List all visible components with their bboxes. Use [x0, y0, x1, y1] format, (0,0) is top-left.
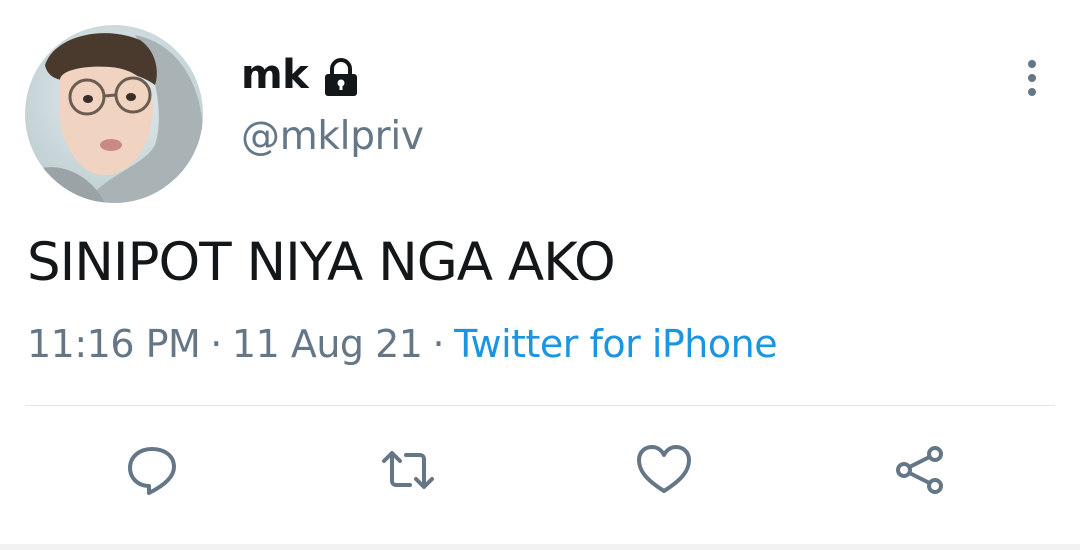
tweet-meta: 11:16 PM · 11 Aug 21 · Twitter for iPhone: [27, 322, 778, 366]
author-name-row: mk: [241, 47, 360, 103]
tweet-detail: mk @mklpriv SINIPOT NIYA NGA AKO 11:16 P…: [0, 0, 1080, 550]
meta-separator: ·: [210, 322, 222, 366]
lock-icon: [322, 58, 360, 98]
share-icon: [896, 446, 943, 494]
reply-icon: [128, 447, 176, 495]
bottom-edge: [0, 544, 1080, 550]
share-button[interactable]: [890, 440, 950, 500]
retweet-icon: [382, 451, 434, 489]
more-vertical-icon: [1028, 60, 1036, 96]
avatar[interactable]: [25, 25, 203, 203]
author-handle[interactable]: @mklpriv: [241, 114, 424, 159]
meta-separator: ·: [432, 322, 445, 366]
tweet-text: SINIPOT NIYA NGA AKO: [27, 232, 616, 293]
like-icon: [637, 445, 691, 493]
tweet-time[interactable]: 11:16 PM: [27, 322, 201, 366]
divider: [25, 405, 1055, 406]
like-button[interactable]: [634, 440, 694, 500]
more-options-button[interactable]: [1012, 54, 1052, 102]
tweet-source-link[interactable]: Twitter for iPhone: [454, 322, 778, 366]
display-name[interactable]: mk: [241, 52, 309, 98]
reply-button[interactable]: [122, 440, 182, 500]
retweet-button[interactable]: [378, 440, 438, 500]
tweet-date[interactable]: 11 Aug 21: [232, 322, 423, 366]
